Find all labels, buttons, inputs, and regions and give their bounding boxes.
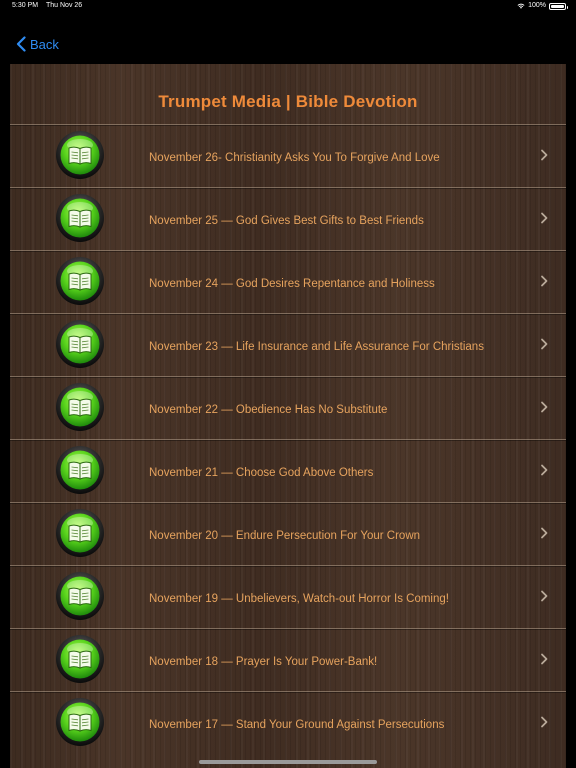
- list-item[interactable]: November 23 — Life Insurance and Life As…: [10, 313, 566, 376]
- list-item[interactable]: November 21 — Choose God Above Others: [10, 439, 566, 502]
- chevron-right-icon: [541, 275, 548, 287]
- bible-icon: [56, 446, 104, 494]
- chevron-right-icon: [541, 401, 548, 413]
- bible-icon: [56, 572, 104, 620]
- list-item[interactable]: November 20 — Endure Persecution For You…: [10, 502, 566, 565]
- chevron-right-icon: [541, 464, 548, 476]
- status-date: Thu Nov 26: [46, 2, 83, 9]
- list-item[interactable]: November 18 — Prayer Is Your Power-Bank!: [10, 628, 566, 691]
- list-item-label: November 22 — Obedience Has No Substitut…: [149, 404, 388, 416]
- chevron-right-icon: [541, 338, 548, 350]
- list-item-label: November 26- Christianity Asks You To Fo…: [149, 152, 440, 164]
- bible-icon: [56, 257, 104, 305]
- list-item-label: November 23 — Life Insurance and Life As…: [149, 341, 484, 353]
- list-item[interactable]: November 22 — Obedience Has No Substitut…: [10, 376, 566, 439]
- navigation-bar: Back: [0, 12, 576, 64]
- bible-icon: [56, 131, 104, 179]
- battery-percent: 100%: [528, 2, 546, 9]
- list-item-label: November 24 — God Desires Repentance and…: [149, 278, 435, 290]
- list-item-label: November 17 — Stand Your Ground Against …: [149, 719, 445, 731]
- home-indicator[interactable]: [199, 760, 377, 764]
- list-item[interactable]: November 17 — Stand Your Ground Against …: [10, 691, 566, 754]
- devotion-list[interactable]: November 26- Christianity Asks You To Fo…: [10, 124, 566, 754]
- list-item-label: November 19 — Unbelievers, Watch-out Hor…: [149, 593, 449, 605]
- list-item-label: November 20 — Endure Persecution For You…: [149, 530, 421, 542]
- page-title: Trumpet Media | Bible Devotion: [158, 92, 418, 111]
- bible-icon: [56, 320, 104, 368]
- chevron-right-icon: [541, 527, 548, 539]
- status-time: 5:30 PM: [12, 2, 39, 9]
- list-item-label: November 25 — God Gives Best Gifts to Be…: [149, 215, 424, 227]
- wifi-icon: [517, 3, 525, 9]
- list-item-label: November 21 — Choose God Above Others: [149, 467, 374, 479]
- list-item-label: November 18 — Prayer Is Your Power-Bank!: [149, 656, 378, 668]
- status-right: 100%: [517, 0, 568, 12]
- devotion-panel: Trumpet Media | Bible Devotion November …: [10, 64, 566, 768]
- bible-icon: [56, 698, 104, 746]
- list-item[interactable]: November 24 — God Desires Repentance and…: [10, 250, 566, 313]
- bible-icon: [56, 635, 104, 683]
- bible-icon: [56, 194, 104, 242]
- bible-icon: [56, 383, 104, 431]
- chevron-right-icon: [541, 716, 548, 728]
- chevron-right-icon: [541, 590, 548, 602]
- status-bar: 5:30 PM Thu Nov 26 100%: [0, 0, 576, 12]
- list-item[interactable]: November 25 — God Gives Best Gifts to Be…: [10, 187, 566, 250]
- chevron-right-icon: [541, 653, 548, 665]
- back-button[interactable]: Back: [16, 36, 59, 52]
- chevron-right-icon: [541, 149, 548, 161]
- back-label: Back: [30, 36, 59, 52]
- list-item[interactable]: November 19 — Unbelievers, Watch-out Hor…: [10, 565, 566, 628]
- list-item[interactable]: November 26- Christianity Asks You To Fo…: [10, 124, 566, 187]
- battery-icon: [549, 2, 568, 10]
- bible-icon: [56, 509, 104, 557]
- chevron-right-icon: [541, 212, 548, 224]
- chevron-left-icon: [16, 36, 26, 52]
